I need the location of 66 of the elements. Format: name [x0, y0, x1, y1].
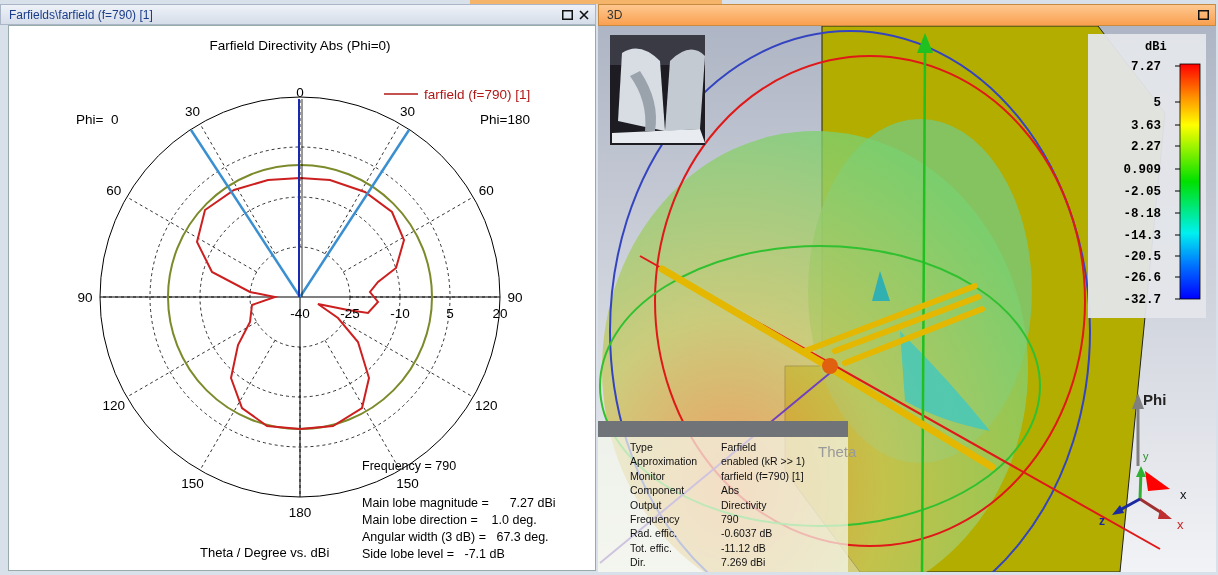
scale-label: -26.6	[1123, 271, 1161, 285]
result-text: Main lobe direction = 1.0 deg.	[362, 513, 537, 527]
angle-label: 90	[77, 290, 93, 305]
axis-label: z	[1099, 514, 1105, 528]
scale-label: 2.27	[1131, 140, 1161, 154]
info-value: -0.6037 dB	[721, 527, 773, 540]
scale-label: 0.909	[1123, 163, 1161, 177]
scale-label: -20.5	[1123, 250, 1161, 264]
angle-label: 30	[185, 103, 200, 119]
phi-label: Phi= 0	[76, 112, 119, 127]
info-value: Directivity	[721, 498, 767, 511]
chart-title: Farfield Directivity Abs (Phi=0)	[209, 38, 391, 53]
info-value: enabled (kR >> 1)	[721, 455, 806, 468]
axis-label: x	[1180, 487, 1187, 502]
info-label: Component	[630, 484, 685, 497]
info-value: Farfield	[721, 441, 756, 453]
legend-unit: dBi	[1145, 40, 1167, 54]
panel-title: Farfields\farfield (f=790) [1]	[9, 7, 154, 22]
legend-line	[383, 93, 419, 95]
maximize-icon[interactable]	[562, 9, 573, 20]
angle-label: 90	[507, 290, 523, 305]
info-label: Tot. effic.	[630, 541, 672, 554]
radial-label: -10	[390, 306, 410, 321]
angle-label: 30	[400, 103, 415, 119]
close-icon[interactable]	[579, 9, 589, 20]
info-label: Dir.	[630, 556, 646, 569]
result-text: Angular width (3 dB) = 67.3 deg.	[362, 530, 549, 544]
info-value: 790	[721, 513, 739, 525]
angle-label: 60	[478, 182, 494, 198]
angle-label: 120	[102, 397, 126, 413]
panel-title: 3D	[607, 8, 624, 22]
maximize-icon[interactable]	[1198, 10, 1209, 20]
result-text: Main lobe magnitude = 7.27 dBi	[362, 496, 556, 510]
result-text: Side lobe level = -7.1 dB	[362, 547, 505, 561]
info-label: Monitor	[630, 469, 665, 482]
angle-label: 60	[106, 182, 122, 198]
info-value: 7.269 dBi	[721, 556, 766, 569]
info-value: -11.12 dB	[721, 541, 766, 554]
scale-label: 5	[1153, 96, 1161, 110]
info-value: farfield (f=790) [1]	[721, 469, 804, 482]
scale-label: -32.7	[1123, 293, 1161, 307]
info-label: Approximation	[630, 455, 698, 468]
info-label: Frequency	[630, 513, 680, 525]
scale-label: -2.05	[1123, 185, 1161, 199]
info-label: Output	[630, 498, 662, 511]
angle-label: 150	[396, 476, 419, 492]
info-label: Type	[630, 441, 653, 453]
scale-label: -8.18	[1123, 207, 1161, 221]
legend-label: farfield (f=790) [1]	[424, 87, 531, 102]
scale-label: 7.27	[1131, 60, 1161, 74]
axis-label: x	[1177, 517, 1184, 532]
radial-label: 5	[446, 306, 454, 321]
axis-label: y	[1143, 450, 1149, 462]
radial-label: -40	[290, 306, 310, 321]
scale-label: -14.3	[1123, 229, 1161, 243]
angle-label: 180	[288, 505, 312, 520]
axis-label: Theta / Degree vs. dBi	[200, 545, 330, 560]
angle-label: 150	[181, 476, 204, 492]
angle-label: 120	[474, 397, 498, 413]
phi-label: Phi=180	[480, 112, 530, 127]
info-label: Rad. effic.	[630, 527, 678, 540]
radial-label: 20	[492, 306, 508, 321]
axis-label: Phi	[1143, 391, 1167, 408]
scale-label: 3.63	[1131, 119, 1161, 133]
info-value: Abs	[721, 484, 740, 497]
angle-label: 0	[296, 85, 304, 100]
